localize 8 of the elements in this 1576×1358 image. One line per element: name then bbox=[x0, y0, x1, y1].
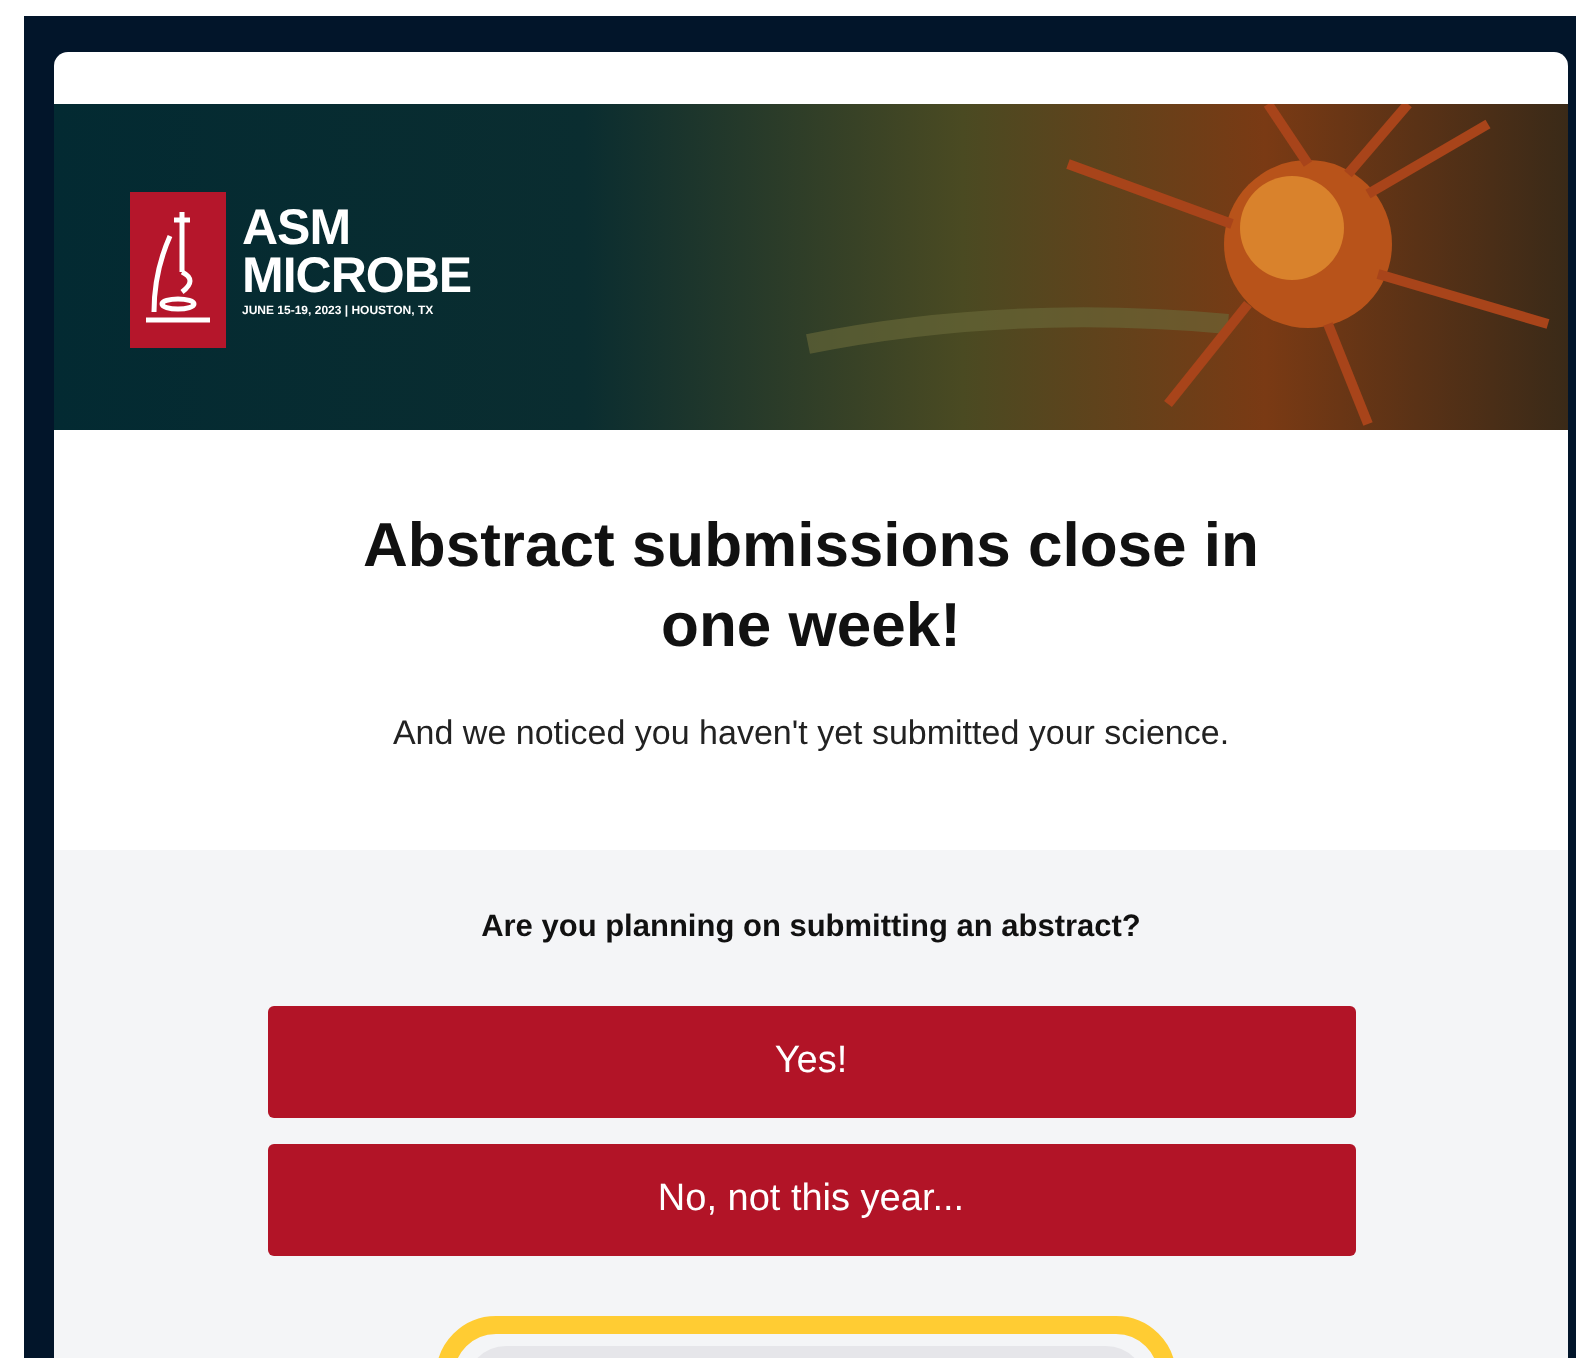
answer-button[interactable]: Yes! bbox=[267, 1006, 1355, 1118]
answer-button[interactable]: No, not this year... bbox=[267, 1144, 1355, 1256]
headline: Abstract submissions close in one week! bbox=[361, 508, 1261, 664]
logo-text: MICROBE bbox=[242, 252, 472, 300]
question-text: Are you planning on submitting an abstract? bbox=[481, 910, 1141, 946]
microscope-logo-icon bbox=[130, 192, 226, 348]
logo-text: ASM bbox=[242, 204, 353, 252]
subtext: And we noticed you haven't yet submitted your science. bbox=[390, 714, 1232, 754]
